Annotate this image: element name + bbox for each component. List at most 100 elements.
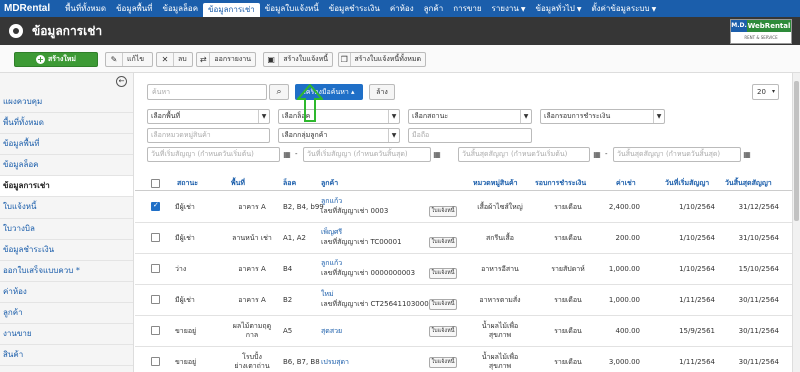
nav-item-invoices[interactable]: ข้อมูลใบแจ้งหนี้: [260, 0, 324, 17]
area-select[interactable]: เลือกพื้นที่ ▼: [147, 109, 270, 124]
select-all-checkbox[interactable]: [151, 179, 160, 188]
col-lock[interactable]: ล็อค: [283, 175, 296, 191]
close-icon: ✕: [157, 53, 174, 66]
start-date-from-input[interactable]: วันที่เริ่มสัญญา (กำหนดวันเริ่มต้น): [147, 147, 280, 162]
sidebar-item[interactable]: ลูกค้า: [0, 303, 133, 325]
calendar-icon[interactable]: ▦: [432, 147, 442, 162]
vertical-scrollbar[interactable]: [792, 73, 800, 372]
start-date-to-input[interactable]: วันที่เริ่มสัญญา (กำหนดวันสิ้นสุด): [303, 147, 431, 162]
nav-item-rentals[interactable]: ข้อมูลการเช่า: [203, 3, 260, 17]
row-invoice-button[interactable]: ใบแจ้งหนี้: [429, 268, 457, 279]
sidebar-item[interactable]: ข้อมูลการเช่า: [0, 176, 133, 198]
calendar-icon[interactable]: ▦: [592, 147, 602, 162]
sidebar-item[interactable]: แผงควบคุม: [0, 92, 133, 114]
sidebar-item[interactable]: ข้อมูลชำระเงิน: [0, 240, 133, 261]
page-size-select[interactable]: 20: [752, 84, 779, 100]
col-category[interactable]: หมวดหมู่สินค้า: [473, 175, 518, 191]
nav-item-areas[interactable]: ข้อมูลพื้นที่: [111, 0, 157, 17]
sidebar-item[interactable]: พื้นที่ทั้งหมด: [0, 113, 133, 135]
clear-button[interactable]: ล้าง: [369, 84, 395, 100]
create-all-invoices-button[interactable]: ❐ สร้างใบแจ้งหนี้ทั้งหมด: [338, 52, 426, 67]
end-date-to-input[interactable]: วันสิ้นสุดสัญญา (กำหนดวันสิ้นสุด): [613, 147, 741, 162]
nav-item-settings[interactable]: ตั้งค่าข้อมูลระบบ ▼: [586, 0, 661, 17]
calendar-icon[interactable]: ▦: [282, 147, 292, 162]
row-invoice-button[interactable]: ใบแจ้งหนี้: [429, 299, 457, 310]
table-row[interactable]: มีผู้เช่า อาคาร A B2, B4, b99ลูกแก้วเลขที่…: [135, 192, 800, 223]
export-report-button[interactable]: ⇄ ออกรายงาน: [196, 52, 256, 67]
customer-link[interactable]: ลูกแก้ว: [321, 259, 342, 268]
nav-item-locks[interactable]: ข้อมูลล็อค: [158, 0, 204, 17]
row-invoice-button[interactable]: ใบแจ้งหนี้: [429, 237, 457, 248]
cell-lock: A1, A2: [283, 234, 306, 242]
mobile-input[interactable]: มือถือ: [408, 128, 532, 143]
sidebar-menu: แผงควบคุม พื้นที่ทั้งหมด ข้อมูลพื้นที่ ข้อม…: [0, 92, 133, 367]
table-row[interactable]: ว่าง อาคาร A B4 ลูกแก้ว เลขที่สัญญาเช่า 0000…: [135, 254, 800, 285]
sidebar-item[interactable]: ข้อมูลพื้นที่: [0, 134, 133, 156]
lock-select[interactable]: เลือกล็อค ▼: [278, 109, 400, 124]
sidebar-item[interactable]: ค่าห้อง: [0, 282, 133, 303]
end-date-from-input[interactable]: วันสิ้นสุดสัญญา (กำหนดวันเริ่มต้น): [458, 147, 590, 162]
customer-link[interactable]: เปรมสุดา: [321, 358, 349, 367]
row-checkbox[interactable]: [151, 233, 160, 242]
sidebar-item[interactable]: ใบวางบิล: [0, 219, 133, 240]
nav-item-general[interactable]: ข้อมูลทั่วไป ▼: [530, 0, 586, 17]
cell-status: ขายอยู่: [175, 327, 197, 335]
caret-down-icon: ▼: [388, 129, 399, 142]
edit-button[interactable]: ✎ แก้ไข: [105, 52, 153, 67]
payment-cycle-select[interactable]: เลือกรอบการชำระเงิน ▼: [540, 109, 665, 124]
search-icon[interactable]: ⌕: [269, 84, 289, 100]
copy-icon: ❐: [339, 53, 351, 66]
search-input[interactable]: ค้นหา: [147, 84, 267, 100]
customer-link[interactable]: ลูกแก้ว: [321, 197, 342, 206]
nav-item-sales[interactable]: การขาย: [448, 0, 486, 17]
product-category-input[interactable]: เลือกหมวดหมู่สินค้า: [147, 128, 270, 143]
col-end[interactable]: วันสิ้นสุดสัญญา: [725, 175, 772, 191]
calendar-icon[interactable]: ▦: [742, 147, 752, 162]
row-checkbox[interactable]: [151, 326, 160, 335]
table-row[interactable]: ขายอยู่ โรบปั้ง ย่างเตาถ่าน B6, B7, B8 เปรมส…: [135, 347, 800, 372]
row-invoice-button[interactable]: ใบแจ้งหนี้: [429, 206, 457, 217]
row-checkbox[interactable]: [151, 201, 160, 211]
sidebar-item[interactable]: ข้อมูลล็อค: [0, 155, 133, 177]
customer-group-select[interactable]: เลือกกลุ่มลูกค้า ▼: [278, 128, 400, 143]
row-checkbox[interactable]: [151, 264, 160, 273]
cell-cycle: รายเดือน: [554, 203, 582, 211]
table-row[interactable]: มีผู้เช่า ลานหน้า เช่า A1, A2 เพ็ญศรี เลขที่…: [135, 223, 800, 254]
sidebar-item[interactable]: ใบแจ้งหนี้: [0, 197, 133, 219]
create-invoice-button[interactable]: ▣ สร้างใบแจ้งหนี้: [263, 52, 333, 67]
sidebar-item[interactable]: งานขาย: [0, 324, 133, 346]
search-tools-button[interactable]: เครื่องมือค้นหา ▴: [295, 84, 363, 100]
customer-link[interactable]: เพ็ญศรี: [321, 228, 342, 237]
nav-item-customers[interactable]: ลูกค้า: [419, 0, 449, 17]
row-invoice-button[interactable]: ใบแจ้งหนี้: [429, 326, 457, 337]
sidebar-item[interactable]: สินค้า: [0, 345, 133, 367]
table-row[interactable]: มีผู้เช่า อาคาร A B2 ใหม่ เลขที่สัญญาเช่า CT…: [135, 285, 800, 316]
cell-contract: เลขที่สัญญาเช่า TC00001: [321, 238, 402, 246]
row-invoice-button[interactable]: ใบแจ้งหนี้: [429, 357, 457, 368]
customer-link[interactable]: สุดสวย: [321, 327, 342, 336]
col-start[interactable]: วันที่เริ่มสัญญา: [665, 175, 709, 191]
status-select[interactable]: เลือกสถานะ ▼: [408, 109, 532, 124]
col-rent[interactable]: ค่าเช่า: [616, 175, 636, 191]
row-checkbox[interactable]: [151, 357, 160, 366]
create-new-button[interactable]: + สร้างใหม่: [14, 52, 98, 67]
table-row[interactable]: ขายอยู่ ผลไม้ตามฤดู กาล A5 สุดสวย ใบแจ้งหนี้ น…: [135, 316, 800, 347]
col-area[interactable]: พื้นที่: [231, 175, 245, 191]
nav-item-reports[interactable]: รายงาน ▼: [487, 0, 531, 17]
col-cycle[interactable]: รอบการชำระเงิน: [535, 175, 586, 191]
nav-item-payments[interactable]: ข้อมูลชำระเงิน: [324, 0, 385, 17]
col-status[interactable]: สถานะ: [177, 175, 198, 191]
collapse-sidebar-icon[interactable]: ←: [116, 76, 127, 87]
delete-button[interactable]: ✕ ลบ: [156, 52, 193, 67]
scrollbar-thumb[interactable]: [794, 81, 799, 221]
row-checkbox[interactable]: [151, 295, 160, 304]
col-customer[interactable]: ลูกค้า: [321, 175, 338, 191]
brand-name[interactable]: MDRental: [4, 3, 50, 14]
sidebar-item[interactable]: ออกใบเสร็จแบบควบ *: [0, 261, 133, 282]
cell-contract: เลขที่สัญญาเช่า 0000000003: [321, 269, 416, 277]
edit-icon: ✎: [106, 53, 123, 66]
customer-link[interactable]: ใหม่: [321, 290, 334, 299]
nav-item-room-fees[interactable]: ค่าห้อง: [385, 0, 419, 17]
nav-item-all-areas[interactable]: พื้นที่ทั้งหมด: [60, 0, 111, 17]
cell-category: สกรีนเสื้อ: [486, 234, 514, 242]
